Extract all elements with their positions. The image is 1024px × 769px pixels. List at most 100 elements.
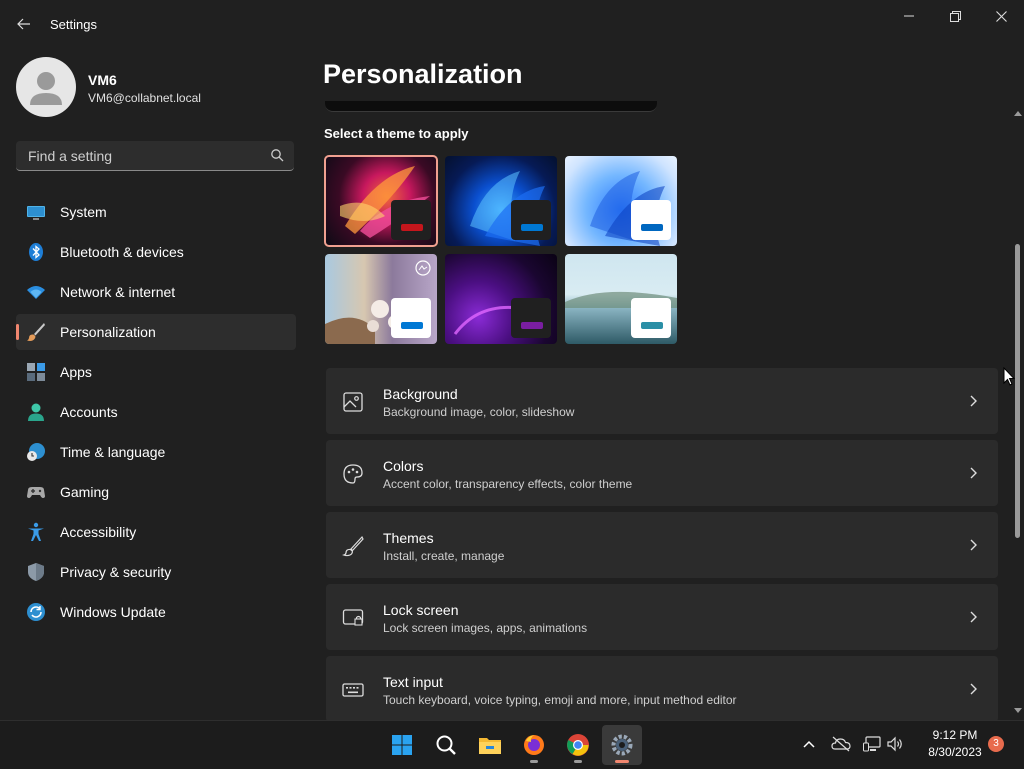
restore-icon bbox=[949, 10, 961, 22]
user-email: VM6@collabnet.local bbox=[88, 91, 201, 105]
card-subtitle: Background image, color, slideshow bbox=[383, 405, 575, 419]
avatar[interactable] bbox=[16, 57, 76, 117]
back-button[interactable] bbox=[10, 10, 38, 38]
card-title: Background bbox=[383, 386, 458, 402]
theme-swatch bbox=[511, 298, 551, 338]
theme-swatch bbox=[391, 298, 431, 338]
search-input[interactable] bbox=[26, 141, 260, 171]
nav-item-privacy[interactable]: Privacy & security bbox=[16, 554, 296, 590]
nav-label: Accounts bbox=[60, 404, 118, 420]
nav-item-bluetooth[interactable]: Bluetooth & devices bbox=[16, 234, 296, 270]
card-subtitle: Accent color, transparency effects, colo… bbox=[383, 477, 633, 491]
show-hidden-icons-button[interactable] bbox=[798, 733, 820, 755]
title-bar: Settings bbox=[0, 0, 1024, 48]
minimize-button[interactable] bbox=[886, 0, 932, 32]
theme-tile-windows-dark[interactable] bbox=[445, 156, 557, 246]
chevron-right-icon bbox=[970, 539, 977, 551]
theme-tile-glow[interactable] bbox=[324, 155, 438, 247]
nav-item-accounts[interactable]: Accounts bbox=[16, 394, 296, 430]
nav-item-network[interactable]: Network & internet bbox=[16, 274, 296, 310]
file-explorer-icon bbox=[479, 738, 501, 754]
chevron-up-icon bbox=[803, 740, 815, 748]
chevron-right-icon bbox=[970, 467, 977, 479]
nav-label: Time & language bbox=[60, 444, 166, 460]
minimize-icon bbox=[904, 15, 914, 17]
theme-swatch bbox=[631, 200, 671, 240]
card-subtitle: Touch keyboard, voice typing, emoji and … bbox=[383, 693, 737, 707]
nav-item-gaming[interactable]: Gaming bbox=[16, 474, 296, 510]
settings-button[interactable] bbox=[602, 725, 642, 765]
close-button[interactable] bbox=[978, 0, 1024, 32]
bluetooth-icon bbox=[29, 243, 43, 261]
scroll-up-arrow-icon bbox=[1014, 111, 1022, 116]
person-avatar-icon bbox=[30, 72, 62, 105]
firefox-icon bbox=[524, 735, 544, 755]
image-icon bbox=[343, 392, 363, 412]
card-title: Lock screen bbox=[383, 602, 459, 618]
main-content: Personalization Select a theme to apply bbox=[312, 48, 1024, 722]
card-themes[interactable]: Themes Install, create, manage bbox=[326, 512, 998, 578]
card-title: Colors bbox=[383, 458, 424, 474]
volume-tray-button[interactable] bbox=[885, 733, 907, 755]
vertical-scrollbar[interactable] bbox=[1012, 108, 1024, 718]
notification-badge[interactable]: 3 bbox=[988, 736, 1004, 752]
update-icon bbox=[27, 603, 45, 621]
nav-item-system[interactable]: System bbox=[16, 194, 296, 230]
clock-date[interactable]: 8/30/2023 bbox=[915, 745, 995, 759]
card-lock-screen[interactable]: Lock screen Lock screen images, apps, an… bbox=[326, 584, 998, 650]
accent-swatch bbox=[521, 224, 543, 231]
card-text-input[interactable]: Text input Touch keyboard, voice typing,… bbox=[326, 656, 998, 722]
theme-tile-sunrise[interactable] bbox=[445, 254, 557, 344]
gamepad-icon bbox=[27, 487, 45, 498]
clock-time[interactable]: 9:12 PM bbox=[925, 728, 985, 742]
card-subtitle: Install, create, manage bbox=[383, 549, 505, 563]
volume-icon bbox=[887, 736, 902, 752]
accent-swatch bbox=[641, 224, 663, 231]
restore-button[interactable] bbox=[932, 0, 978, 32]
nav-item-apps[interactable]: Apps bbox=[16, 354, 296, 390]
chevron-right-icon bbox=[970, 683, 977, 695]
theme-tile-captured-motion[interactable] bbox=[325, 254, 437, 344]
nav-list: System Bluetooth & devices Network & int… bbox=[16, 194, 296, 634]
theme-tile-flow[interactable] bbox=[565, 254, 677, 344]
theme-preview bbox=[325, 101, 657, 112]
sidebar: VM6 VM6@collabnet.local System Bluetooth… bbox=[0, 48, 312, 720]
theme-swatch bbox=[631, 298, 671, 338]
network-tray-button[interactable] bbox=[862, 733, 884, 755]
card-subtitle: Lock screen images, apps, animations bbox=[383, 621, 588, 635]
user-name: VM6 bbox=[88, 72, 117, 88]
brush-icon bbox=[342, 535, 364, 557]
nav-label: Privacy & security bbox=[60, 564, 172, 580]
file-explorer-button[interactable] bbox=[470, 725, 510, 765]
brush-icon bbox=[27, 323, 45, 341]
chrome-button[interactable] bbox=[558, 725, 598, 765]
nav-item-accessibility[interactable]: Accessibility bbox=[16, 514, 296, 550]
chrome-icon bbox=[567, 734, 589, 756]
nav-label: Accessibility bbox=[60, 524, 137, 540]
search-icon bbox=[271, 149, 284, 162]
theme-tile-windows-light[interactable] bbox=[565, 156, 677, 246]
lock-screen-icon bbox=[342, 609, 364, 626]
firefox-button[interactable] bbox=[514, 725, 554, 765]
card-background[interactable]: Background Background image, color, slid… bbox=[326, 368, 998, 434]
card-title: Text input bbox=[383, 674, 443, 690]
nav-item-personalization[interactable]: Personalization bbox=[16, 314, 296, 350]
nav-label: Bluetooth & devices bbox=[60, 244, 184, 260]
search-box[interactable] bbox=[16, 141, 294, 171]
accent-swatch bbox=[641, 322, 663, 329]
slideshow-icon bbox=[415, 260, 431, 276]
app-title: Settings bbox=[50, 17, 97, 32]
card-colors[interactable]: Colors Accent color, transparency effect… bbox=[326, 440, 998, 506]
nav-label: Personalization bbox=[60, 324, 156, 340]
nav-item-windows-update[interactable]: Windows Update bbox=[16, 594, 296, 630]
nav-item-time-language[interactable]: Time & language bbox=[16, 434, 296, 470]
card-title: Themes bbox=[383, 530, 434, 546]
scrollbar-thumb[interactable] bbox=[1015, 244, 1020, 538]
start-button[interactable] bbox=[382, 725, 422, 765]
taskbar-search-button[interactable] bbox=[426, 725, 466, 765]
chevron-right-icon bbox=[970, 611, 977, 623]
onedrive-tray-button[interactable] bbox=[830, 733, 852, 755]
globe-clock-icon bbox=[27, 443, 45, 461]
nav-label: Windows Update bbox=[60, 604, 166, 620]
accent-swatch bbox=[521, 322, 543, 329]
